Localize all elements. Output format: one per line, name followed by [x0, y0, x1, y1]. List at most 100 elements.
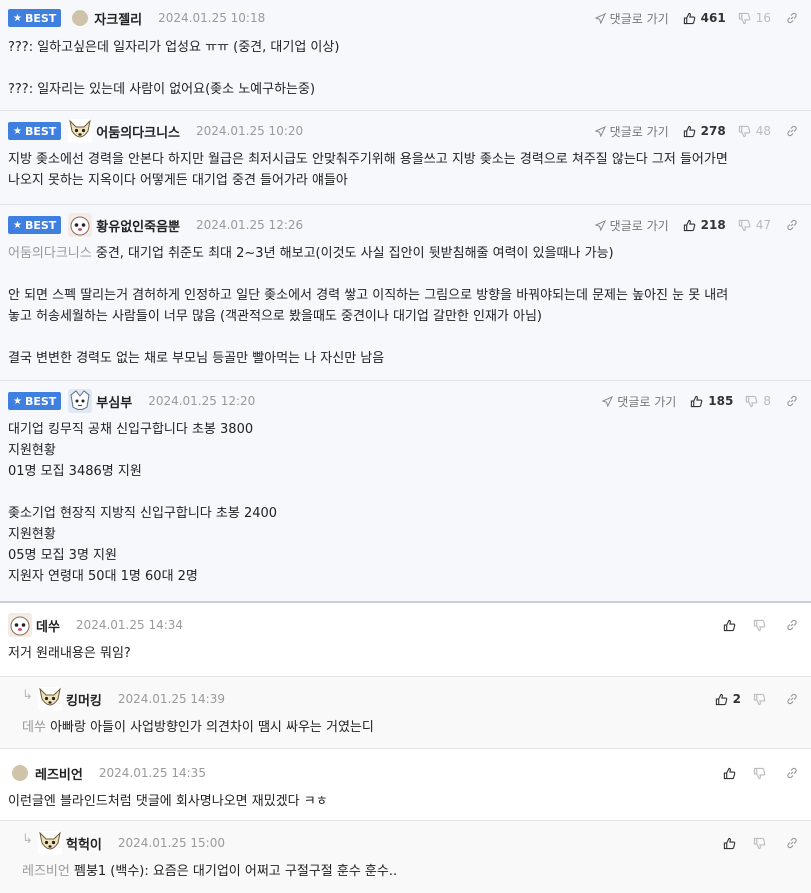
dislike-button[interactable] — [753, 619, 771, 632]
link-icon[interactable] — [785, 124, 799, 138]
link-icon[interactable] — [785, 394, 799, 408]
comment-body: ???: 일하고싶은데 일자리가 업성요 ㅠㅠ (중견, 대기업 이상) ???… — [8, 37, 803, 100]
dislike-button[interactable] — [753, 767, 771, 780]
comment-line — [8, 482, 803, 503]
comment-actions: 댓글로 가기 185 8 — [602, 393, 799, 410]
like-button[interactable] — [723, 837, 741, 850]
avatar[interactable] — [68, 389, 93, 413]
comment-actions: 댓글로 가기 278 48 — [594, 123, 799, 140]
mention-link[interactable]: 레즈비언 — [22, 864, 70, 879]
comment-line: 대기업 킹무직 공채 신입구합니다 초봉 3800 — [8, 422, 254, 437]
mention-link[interactable]: 어둠의다크니스 — [8, 246, 92, 261]
comment-body: 데쑤 아빠랑 아들이 사업방향인가 의견차이 땜시 싸우는 거였는디 — [22, 717, 803, 738]
comment-meta: 데쑤 2024.01.25 14:34 — [8, 613, 803, 637]
reply-arrow-icon: ↳ — [22, 688, 33, 703]
comment-line: 저거 원래내용은 뭐임? — [8, 646, 131, 661]
timestamp: 2024.01.25 12:20 — [148, 394, 256, 408]
thumbs-up-icon — [723, 767, 736, 780]
send-arrow-icon — [594, 12, 606, 24]
like-button[interactable]: 461 — [683, 11, 726, 25]
comment-item: ★ BEST 부심부 2024.01.25 12:20 댓글로 가기 185 8 … — [0, 381, 811, 603]
comment-line — [8, 327, 803, 348]
thumbs-down-icon — [738, 12, 751, 25]
comment-meta: ★ BEST 황유없인죽음뿐 2024.01.25 12:26 댓글로 가기 21… — [8, 213, 803, 237]
comment-line: 결국 변변한 경력도 없는 채로 부모님 등골만 빨아먹는 나 자신만 남음 — [8, 351, 385, 366]
nickname[interactable]: 킹머킹 — [66, 690, 102, 709]
timestamp: 2024.01.25 15:00 — [117, 836, 225, 850]
comment-body: 이런글엔 블라인드처럼 댓글에 회사명나오면 재밌겠다 ㅋㅎ — [8, 791, 803, 812]
comment-item: ★ BEST 황유없인죽음뿐 2024.01.25 12:26 댓글로 가기 21… — [0, 205, 811, 381]
goto-comment-button[interactable]: 댓글로 가기 — [594, 217, 669, 234]
timestamp: 2024.01.25 14:39 — [117, 692, 225, 706]
like-button[interactable]: 185 — [690, 394, 733, 408]
like-button[interactable] — [723, 767, 741, 780]
thumbs-up-icon — [723, 837, 736, 850]
goto-comment-button[interactable]: 댓글로 가기 — [594, 10, 669, 27]
avatar[interactable] — [12, 765, 28, 781]
comment-item: 데쑤 2024.01.25 14:34 저거 원래내용은 뭐임? — [0, 603, 811, 677]
avatar[interactable] — [68, 119, 93, 143]
dislike-button[interactable]: 48 — [738, 124, 771, 138]
thumbs-up-icon — [715, 693, 728, 706]
nickname[interactable]: 데쑤 — [36, 616, 60, 635]
like-button[interactable]: 2 — [715, 692, 741, 706]
best-badge: ★ BEST — [8, 122, 62, 140]
dislike-button[interactable] — [753, 837, 771, 850]
comment-line: 나오지 못하는 지옥이다 어떻게든 대기업 중견 들어가라 얘들아 — [8, 173, 348, 188]
avatar[interactable] — [72, 10, 89, 26]
timestamp: 2024.01.25 12:26 — [196, 218, 304, 232]
thumbs-down-icon — [745, 395, 758, 408]
like-button[interactable]: 218 — [683, 218, 726, 232]
send-arrow-icon — [594, 125, 606, 137]
link-icon[interactable] — [785, 692, 799, 706]
dislike-button[interactable]: 16 — [738, 11, 771, 25]
comment-meta: ★ BEST 어둠의다크니스 2024.01.25 10:20 댓글로 가기 27… — [8, 119, 803, 143]
nickname[interactable]: 부심부 — [96, 392, 132, 411]
comment-line: 데쑤 아빠랑 아들이 사업방향인가 의견차이 땜시 싸우는 거였는디 — [22, 720, 374, 735]
dislike-button[interactable] — [753, 693, 771, 706]
mention-link[interactable]: 데쑤 — [22, 720, 46, 735]
goto-comment-button[interactable]: 댓글로 가기 — [594, 123, 669, 140]
comment-line: 지원현황 — [8, 527, 56, 542]
nickname[interactable]: 자크젤리 — [94, 9, 142, 28]
thumbs-up-icon — [683, 12, 696, 25]
thumbs-down-icon — [753, 619, 766, 632]
comment-body: 대기업 킹무직 공채 신입구합니다 초봉 3800 지원현황 01명 모집 34… — [8, 419, 803, 587]
send-arrow-icon — [594, 219, 606, 231]
comment-line — [8, 264, 803, 285]
link-icon[interactable] — [785, 618, 799, 632]
avatar[interactable] — [38, 831, 62, 855]
avatar[interactable] — [38, 687, 62, 711]
comment-body: 레즈비언 펨붕1 (백수): 요즘은 대기업이 어쩌고 구절구절 훈수 훈수.. — [22, 861, 803, 882]
comment-meta: ★ BEST 자크젤리 2024.01.25 10:18 댓글로 가기 461 1… — [8, 8, 803, 28]
thumbs-down-icon — [753, 767, 766, 780]
goto-comment-button[interactable]: 댓글로 가기 — [602, 393, 676, 410]
comment-meta: ★ BEST 부심부 2024.01.25 12:20 댓글로 가기 185 8 — [8, 389, 803, 413]
nickname[interactable]: 어둠의다크니스 — [96, 122, 180, 141]
comment-item: ★ BEST 자크젤리 2024.01.25 10:18 댓글로 가기 461 1… — [0, 0, 811, 111]
like-button[interactable] — [723, 619, 741, 632]
link-icon[interactable] — [785, 11, 799, 25]
avatar[interactable] — [8, 613, 32, 637]
dislike-button[interactable]: 47 — [738, 218, 771, 232]
thumbs-up-icon — [683, 219, 696, 232]
like-button[interactable]: 278 — [683, 124, 726, 138]
link-icon[interactable] — [785, 218, 799, 232]
thumbs-up-icon — [683, 125, 696, 138]
comment-line: 지원현황 — [8, 443, 56, 458]
dislike-button[interactable]: 8 — [745, 394, 771, 408]
comment-line: 이런글엔 블라인드처럼 댓글에 회사명나오면 재밌겠다 ㅋㅎ — [8, 794, 328, 809]
comment-line — [8, 58, 803, 79]
nickname[interactable]: 레즈비언 — [35, 764, 83, 783]
comment-line: 01명 모집 3486명 지원 — [8, 464, 142, 479]
comment-line: 어둠의다크니스 중견, 대기업 취준도 최대 2~3년 해보고(이것도 사실 집… — [8, 246, 614, 261]
link-icon[interactable] — [785, 766, 799, 780]
comment-line: 좆소기업 현장직 지방직 신입구합니다 초봉 2400 — [8, 506, 278, 521]
avatar[interactable] — [68, 213, 93, 237]
nickname[interactable]: 헉헉이 — [66, 834, 102, 853]
star-icon: ★ — [13, 12, 22, 24]
nickname[interactable]: 황유없인죽음뿐 — [96, 216, 180, 235]
star-icon: ★ — [13, 219, 22, 231]
link-icon[interactable] — [785, 836, 799, 850]
comment-list: ★ BEST 자크젤리 2024.01.25 10:18 댓글로 가기 461 1… — [0, 0, 811, 893]
